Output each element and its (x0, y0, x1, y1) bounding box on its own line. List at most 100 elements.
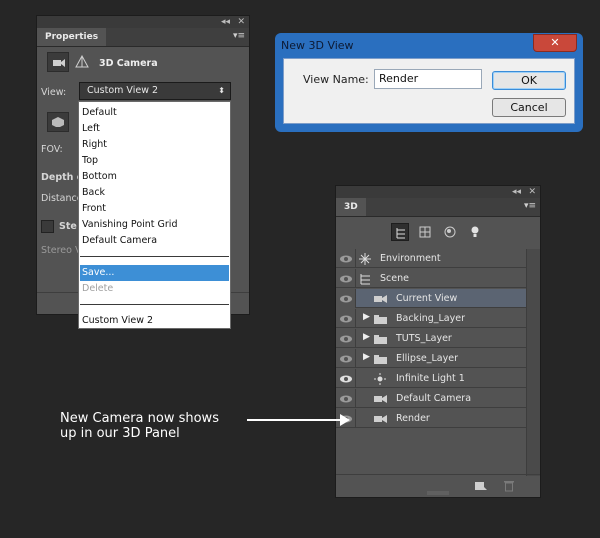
layer-name: TUTS_Layer (396, 333, 452, 344)
camera-icon (374, 395, 387, 403)
stereo-view-label: Stereo V (41, 245, 82, 256)
close-panel-button[interactable]: ✕ (528, 186, 536, 198)
dialog-title: New 3D View (281, 39, 354, 52)
layer-name: Backing_Layer (396, 313, 465, 324)
menu-divider (80, 304, 229, 305)
view-name-label: View Name: (303, 73, 369, 86)
annotation-line-2: up in our 3D Panel (60, 426, 180, 441)
menu-item-vanishing-point-grid[interactable]: Vanishing Point Grid (80, 217, 229, 233)
layer-row-render[interactable]: Render (336, 409, 526, 428)
visibility-eye-icon[interactable] (336, 309, 356, 328)
camera-filter-button[interactable] (47, 52, 69, 72)
menu-item-bottom[interactable]: Bottom (80, 169, 229, 185)
properties-tabbar: Properties ▾≡ (37, 28, 249, 47)
panel-menu-icon[interactable]: ▾≡ (233, 31, 245, 41)
light-filter-icon[interactable] (466, 223, 484, 241)
section-title: 3D Camera (99, 58, 158, 69)
menu-item-right[interactable]: Right (80, 137, 229, 153)
collapse-panel-button[interactable]: ◂◂ (221, 16, 230, 28)
layer-name: Environment (380, 253, 441, 264)
3d-tabbar: 3D ▾≡ (336, 198, 540, 217)
trash-icon[interactable] (503, 479, 515, 492)
panel-menu-icon[interactable]: ▾≡ (524, 201, 536, 211)
expand-triangle-icon[interactable]: ▶ (363, 332, 370, 342)
layer-name: Render (396, 413, 430, 424)
menu-divider (80, 256, 229, 257)
arrow-right-icon (340, 414, 350, 426)
folder-icon (374, 355, 387, 364)
3d-panel: ◂◂ ✕ 3D ▾≡ Environment Scene Current Vie… (335, 185, 541, 498)
collapse-panel-button[interactable]: ◂◂ (512, 186, 521, 198)
view-select-value: Custom View 2 (87, 85, 159, 96)
cancel-button[interactable]: Cancel (492, 98, 566, 117)
resize-grip-icon[interactable] (427, 491, 449, 495)
view-name-input[interactable]: Render (374, 69, 482, 89)
view-select[interactable]: Custom View 2 ⬍ (79, 82, 231, 100)
tab-3d[interactable]: 3D (336, 198, 366, 216)
ok-button[interactable]: OK (492, 71, 566, 90)
visibility-eye-icon[interactable] (336, 389, 356, 408)
visibility-eye-icon[interactable] (336, 249, 356, 268)
camera-icon (53, 59, 65, 67)
scene-icon (360, 274, 370, 285)
tab-properties[interactable]: Properties (37, 28, 107, 46)
menu-item-delete: Delete (82, 283, 114, 294)
close-panel-button[interactable]: ✕ (237, 16, 245, 28)
layer-row-ellipse-layer[interactable]: ▶ Ellipse_Layer (336, 349, 526, 368)
expand-triangle-icon[interactable]: ▶ (363, 352, 370, 362)
menu-item-top[interactable]: Top (80, 153, 229, 169)
properties-panel-topbar: ◂◂ ✕ (37, 16, 249, 28)
visibility-eye-icon[interactable] (336, 289, 356, 308)
preset-button[interactable] (47, 112, 69, 132)
visibility-eye-icon[interactable] (336, 369, 356, 388)
environment-icon (359, 253, 371, 265)
menu-item-front[interactable]: Front (80, 201, 229, 217)
layer-row-infinite-light-1[interactable]: Infinite Light 1 (336, 369, 526, 388)
menu-item-left[interactable]: Left (80, 121, 229, 137)
view-label: View: (41, 87, 67, 98)
menu-item-save[interactable]: Save... (80, 265, 229, 281)
new-object-icon[interactable] (474, 480, 488, 492)
camera-icon (374, 295, 387, 303)
visibility-eye-icon[interactable] (336, 329, 356, 348)
layer-row-tuts-layer[interactable]: ▶ TUTS_Layer (336, 329, 526, 348)
layer-name: Scene (380, 273, 409, 284)
layer-row-backing-layer[interactable]: ▶ Backing_Layer (336, 309, 526, 328)
camera-transform-icon[interactable] (75, 55, 89, 69)
layer-row-default-camera[interactable]: Default Camera (336, 389, 526, 408)
dialog-close-button[interactable]: ✕ (533, 34, 577, 52)
layer-row-current-view[interactable]: Current View (336, 289, 526, 308)
menu-item-custom-view-2[interactable]: Custom View 2 (80, 313, 229, 329)
layer-row-scene[interactable]: Scene (336, 269, 526, 288)
distance-label: Distance (41, 193, 83, 204)
light-icon (374, 373, 386, 385)
menu-item-back[interactable]: Back (80, 185, 229, 201)
fov-label: FOV: (41, 144, 63, 155)
folder-icon (374, 315, 387, 324)
menu-item-default-camera[interactable]: Default Camera (80, 233, 229, 249)
visibility-eye-icon[interactable] (336, 269, 356, 288)
mesh-filter-icon[interactable] (416, 223, 434, 241)
layer-name: Infinite Light 1 (396, 373, 465, 384)
stereo-label: Ste (59, 221, 77, 232)
layers-scrollbar[interactable] (526, 249, 540, 476)
depth-of-field-label: Depth o (41, 172, 84, 183)
cube-icon (52, 117, 64, 127)
scene-filter-icon[interactable] (391, 223, 409, 241)
annotation-line-1: New Camera now shows (60, 411, 219, 426)
annotation-text: New Camera now shows up in our 3D Panel (60, 411, 219, 441)
material-filter-icon[interactable] (441, 223, 459, 241)
layer-name: Current View (396, 293, 458, 304)
visibility-eye-icon[interactable] (336, 349, 356, 368)
updown-icon: ⬍ (218, 86, 225, 95)
3d-panel-topbar: ◂◂ ✕ (336, 186, 540, 198)
dialog-body: View Name: Render OK Cancel (283, 58, 575, 124)
expand-triangle-icon[interactable]: ▶ (363, 312, 370, 322)
camera-icon (374, 415, 387, 423)
annotation-arrow-line (247, 419, 342, 421)
new-3d-view-dialog: New 3D View ✕ View Name: Render OK Cance… (275, 33, 583, 132)
menu-item-default[interactable]: Default (80, 105, 229, 121)
layer-row-environment[interactable]: Environment (336, 249, 526, 268)
layer-name: Default Camera (396, 393, 472, 404)
stereo-checkbox[interactable] (41, 220, 54, 233)
